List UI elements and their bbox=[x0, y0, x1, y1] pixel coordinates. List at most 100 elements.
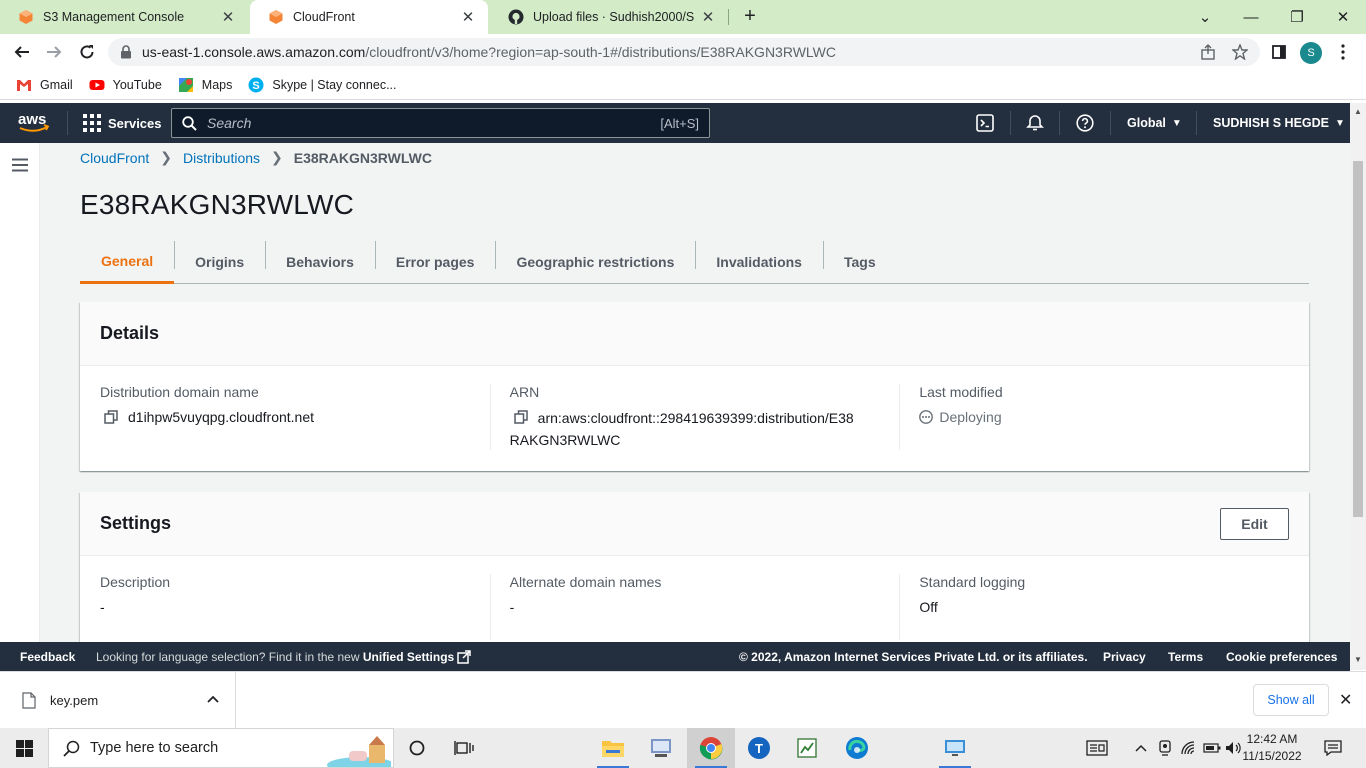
edit-button[interactable]: Edit bbox=[1220, 508, 1289, 540]
tab-geographic-restrictions[interactable]: Geographic restrictions bbox=[495, 241, 695, 283]
browser-tab-s3[interactable]: S3 Management Console ✕ bbox=[0, 0, 248, 34]
close-icon[interactable]: ✕ bbox=[220, 8, 236, 26]
battery-icon[interactable] bbox=[1202, 728, 1222, 768]
copyright-text: © 2022, Amazon Internet Services Private… bbox=[739, 649, 1088, 664]
header-divider bbox=[1110, 111, 1111, 135]
minimize-icon[interactable]: — bbox=[1228, 0, 1274, 34]
services-menu[interactable]: Services bbox=[83, 103, 162, 143]
tab-search-chevron-icon[interactable]: ⌄ bbox=[1182, 0, 1228, 34]
search-icon bbox=[182, 115, 197, 131]
cloudshell-icon[interactable] bbox=[975, 113, 995, 133]
gmail-icon bbox=[17, 79, 31, 91]
wifi-icon[interactable] bbox=[1180, 728, 1200, 768]
settings-panel: Settings Edit Description - Alternate do… bbox=[80, 492, 1309, 642]
meet-now-icon[interactable] bbox=[1156, 728, 1174, 768]
search-icon bbox=[63, 740, 80, 757]
account-menu[interactable]: SUDHISH S HEGDE ▼ bbox=[1213, 103, 1345, 143]
network-app-icon[interactable] bbox=[637, 728, 685, 768]
show-all-button[interactable]: Show all bbox=[1253, 684, 1329, 716]
forward-arrow-icon[interactable] bbox=[42, 40, 66, 64]
tab-invalidations[interactable]: Invalidations bbox=[695, 241, 823, 283]
search-highlight-illustration bbox=[327, 736, 391, 767]
bookmark-gmail[interactable]: Gmail bbox=[16, 77, 73, 93]
windows-start-icon[interactable] bbox=[0, 728, 48, 768]
alternate-domains-value: - bbox=[509, 599, 515, 615]
news-widget-icon[interactable] bbox=[1083, 728, 1111, 768]
system-clock[interactable]: 12:42 AM 11/15/2022 bbox=[1240, 731, 1304, 765]
tab-error-pages[interactable]: Error pages bbox=[374, 241, 496, 283]
scroll-up-icon[interactable]: ▲ bbox=[1353, 107, 1363, 116]
taskbar-search-input[interactable]: Type here to search bbox=[48, 728, 394, 768]
browser-tab-github[interactable]: Upload files · Sudhish2000/SUDH ✕ bbox=[490, 0, 728, 34]
tab-origins[interactable]: Origins bbox=[174, 241, 265, 283]
browser-menu-icon[interactable] bbox=[1333, 42, 1353, 62]
aws-logo-icon[interactable]: aws bbox=[17, 109, 51, 135]
bookmark-maps[interactable]: Maps bbox=[178, 77, 232, 93]
svg-text:aws: aws bbox=[18, 111, 46, 128]
search-input[interactable]: Search [Alt+S] bbox=[171, 108, 710, 138]
breadcrumb-distributions[interactable]: Distributions bbox=[183, 150, 260, 166]
field-label: Standard logging bbox=[919, 574, 1026, 590]
distribution-tabs: General Origins Behaviors Error pages Ge… bbox=[80, 241, 1309, 284]
copy-icon[interactable] bbox=[104, 410, 118, 424]
domain-name-value: d1ihpw5vuyqpg.cloudfront.net bbox=[128, 409, 315, 425]
description-value: - bbox=[100, 599, 105, 615]
new-tab-icon[interactable]: + bbox=[738, 5, 762, 29]
chrome-icon[interactable] bbox=[687, 728, 735, 768]
feedback-link[interactable]: Feedback bbox=[20, 642, 75, 671]
main-content: CloudFront ❯ Distributions ❯ E38RAKGN3RW… bbox=[0, 143, 1350, 642]
page-scrollbar[interactable]: ▲ ▼ bbox=[1350, 103, 1366, 670]
edge-icon[interactable] bbox=[833, 728, 881, 768]
task-view-icon[interactable] bbox=[440, 728, 488, 768]
cortana-icon[interactable] bbox=[393, 728, 441, 768]
side-panel-icon[interactable] bbox=[1269, 42, 1289, 62]
privacy-link[interactable]: Privacy bbox=[1103, 642, 1146, 671]
region-selector[interactable]: Global ▼ bbox=[1127, 103, 1182, 143]
remote-desktop-icon[interactable] bbox=[931, 728, 979, 768]
close-downloads-icon[interactable]: ✕ bbox=[1339, 690, 1352, 710]
pending-status-icon bbox=[919, 410, 934, 424]
hamburger-menu-icon[interactable] bbox=[12, 158, 28, 172]
address-bar[interactable]: us-east-1.console.aws.amazon.com/cloudfr… bbox=[108, 38, 1260, 66]
reload-icon[interactable] bbox=[75, 40, 99, 64]
cookie-preferences-link[interactable]: Cookie preferences bbox=[1226, 642, 1337, 671]
help-icon[interactable] bbox=[1075, 113, 1095, 133]
maps-icon bbox=[178, 77, 193, 92]
spreadsheet-app-icon[interactable] bbox=[783, 728, 831, 768]
svg-text:S: S bbox=[253, 80, 260, 92]
share-icon[interactable] bbox=[1198, 42, 1218, 62]
copy-icon[interactable] bbox=[513, 410, 528, 424]
t-app-icon[interactable]: T bbox=[735, 728, 783, 768]
close-icon[interactable]: ✕ bbox=[700, 8, 716, 26]
breadcrumb-cloudfront[interactable]: CloudFront bbox=[80, 150, 149, 166]
restore-icon[interactable]: ❐ bbox=[1274, 0, 1320, 34]
close-icon[interactable]: ✕ bbox=[460, 8, 476, 26]
profile-avatar[interactable]: S bbox=[1300, 42, 1322, 64]
last-modified-field: Last modified Deploying bbox=[899, 384, 1309, 451]
field-label: ARN bbox=[509, 384, 540, 400]
bookmark-star-icon[interactable] bbox=[1230, 42, 1250, 62]
caret-down-icon: ▼ bbox=[1171, 117, 1182, 129]
file-explorer-icon[interactable] bbox=[589, 728, 637, 768]
show-hidden-icons-icon[interactable] bbox=[1132, 728, 1150, 768]
tab-general[interactable]: General bbox=[80, 241, 175, 284]
bookmark-youtube[interactable]: YouTube bbox=[89, 77, 162, 93]
back-arrow-icon[interactable] bbox=[10, 40, 34, 64]
close-window-icon[interactable]: ✕ bbox=[1320, 0, 1366, 34]
browser-toolbar: us-east-1.console.aws.amazon.com/cloudfr… bbox=[0, 34, 1366, 70]
terms-link[interactable]: Terms bbox=[1168, 642, 1203, 671]
notifications-icon[interactable] bbox=[1318, 728, 1348, 768]
tab-separator bbox=[728, 9, 729, 25]
bookmark-skype[interactable]: S Skype | Stay connec... bbox=[248, 77, 397, 93]
tab-behaviors[interactable]: Behaviors bbox=[265, 241, 375, 283]
lock-icon bbox=[121, 45, 131, 59]
unified-settings-link[interactable]: Unified Settings bbox=[363, 650, 454, 664]
scroll-thumb[interactable] bbox=[1353, 161, 1363, 517]
scroll-down-icon[interactable]: ▼ bbox=[1353, 655, 1363, 664]
search-placeholder: Search bbox=[207, 115, 252, 131]
tab-tags[interactable]: Tags bbox=[822, 241, 897, 283]
download-item[interactable]: key.pem bbox=[0, 672, 236, 728]
notifications-bell-icon[interactable] bbox=[1025, 113, 1045, 133]
chevron-up-icon[interactable] bbox=[207, 692, 219, 706]
browser-tab-cloudfront[interactable]: CloudFront ✕ bbox=[250, 0, 488, 34]
